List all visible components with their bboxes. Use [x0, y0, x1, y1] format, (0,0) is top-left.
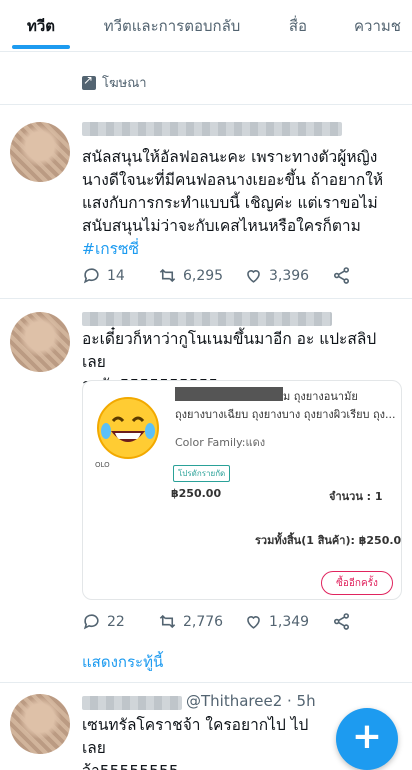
- retweet-button[interactable]: 2,776: [158, 612, 244, 631]
- tab-tweets-and-replies[interactable]: ทวีตและการตอบกลับ: [82, 0, 262, 51]
- tab-label: ทวีตและการตอบกลับ: [103, 16, 241, 35]
- retweet-button[interactable]: 6,295: [158, 266, 244, 285]
- emoji-brand: OLO: [95, 461, 110, 469]
- hashtag-link[interactable]: #เกรซซี่: [82, 236, 139, 261]
- reply-button[interactable]: 14: [82, 266, 158, 285]
- blurred-username: [82, 122, 342, 136]
- product-title: ม ถุงยางอนามัย: [283, 390, 358, 403]
- order-receipt-image[interactable]: OLO ม ถุงยางอนามัย ถุงยางบางเฉียบ ถุงยาง…: [82, 380, 402, 600]
- redacted-bar: [175, 387, 283, 401]
- order-total: รวมทั้งสิ้น(1 สินค้า): ฿250.00: [255, 534, 402, 547]
- tab-label: ความช: [354, 16, 401, 35]
- product-price: ฿250.00: [171, 487, 222, 500]
- product-quantity: จำนวน : 1: [329, 490, 383, 503]
- retweet-icon: [159, 268, 176, 283]
- avatar[interactable]: [10, 694, 70, 754]
- tweet-line: แสงกับการกระทำแบบนี้ เชิญค่ะ แต่เราขอไม่: [82, 194, 378, 212]
- tweet-line: เซนทรัลโคราชจ้า ใครอยากไป ไปเลย: [82, 716, 309, 757]
- product-badge: โปรดักรายกัด: [173, 465, 231, 482]
- tweet-line: นางดีใจนะที่มีคนฟอลนางเยอะขึ้น ถ้าอยากให…: [82, 171, 384, 189]
- reply-icon: [83, 614, 99, 630]
- tab-label: สื่อ: [288, 16, 308, 35]
- avatar[interactable]: [10, 122, 70, 182]
- promoted-icon: [82, 73, 96, 90]
- tab-label: ทวีต: [26, 16, 56, 35]
- tweet-line: สนับสนุนไม่ว่าจะกับเคสไหนหรือใครก็ตาม: [82, 217, 361, 235]
- share-icon: [333, 613, 350, 630]
- promoted-label: โฆษณา: [102, 76, 147, 91]
- promoted-indicator: โฆษณา: [82, 72, 147, 93]
- retweet-icon: [159, 614, 176, 629]
- show-thread-link[interactable]: แสดงกระทู้นี้: [82, 650, 163, 674]
- reply-button[interactable]: 22: [82, 612, 158, 631]
- product-variant: Color Family:แดง: [175, 436, 266, 449]
- tweet-actions: 22 2,776 1,349: [82, 612, 351, 631]
- product-subtitle: ถุงยางบางเฉียบ ถุงยางบาง ถุงยางผิวเรียบ …: [175, 408, 396, 421]
- buy-again-button[interactable]: ซื้ออีกครั้ง: [321, 571, 393, 595]
- active-tab-indicator: [12, 45, 70, 49]
- blurred-username: [82, 696, 182, 710]
- reply-icon: [83, 268, 99, 284]
- share-button[interactable]: [332, 266, 351, 285]
- heart-icon: [247, 270, 260, 283]
- reply-count: 14: [107, 267, 125, 284]
- like-count: 1,349: [269, 613, 310, 630]
- profile-tabs: ทวีต ทวีตและการตอบกลับ สื่อ ความช: [0, 0, 412, 52]
- tweet-line: จ้า55555555: [82, 760, 332, 770]
- tweet-text: เซนทรัลโคราชจ้า ใครอยากไป ไปเลย จ้า55555…: [82, 714, 332, 770]
- share-button[interactable]: [332, 612, 351, 631]
- retweet-count: 6,295: [183, 267, 224, 284]
- avatar[interactable]: [10, 312, 70, 372]
- tab-tweets[interactable]: ทวีต: [0, 0, 82, 51]
- tweet-text: สนัลสนุนให้อัลฟอลนะคะ เพราะทางตัวผู้หญิง…: [82, 146, 397, 238]
- plus-icon: +: [351, 716, 383, 757]
- tweet-line: อะเดี๋ยวก็หาว่ากูโนเนมขึ้นมาอีก อะ แปะสล…: [82, 330, 377, 371]
- tweet-actions: 14 6,295 3,396: [82, 266, 351, 285]
- tweet-line: สนัลสนุนให้อัลฟอลนะคะ เพราะทางตัวผู้หญิง: [82, 148, 378, 166]
- heart-icon: [247, 616, 260, 629]
- blurred-username: [82, 312, 332, 326]
- tab-likes[interactable]: ความช: [334, 0, 412, 51]
- reply-count: 22: [107, 613, 125, 630]
- like-button[interactable]: 3,396: [244, 266, 332, 285]
- laughing-emoji-icon: [97, 397, 159, 459]
- tab-media[interactable]: สื่อ: [262, 0, 334, 51]
- tweet-handle-time: @Thitharee2 · 5h: [186, 692, 316, 710]
- like-count: 3,396: [269, 267, 310, 284]
- retweet-count: 2,776: [183, 613, 224, 630]
- compose-tweet-button[interactable]: +: [336, 708, 398, 770]
- tweet[interactable]: สนัลสนุนให้อัลฟอลนะคะ เพราะทางตัวผู้หญิง…: [0, 104, 412, 300]
- like-button[interactable]: 1,349: [244, 612, 332, 631]
- share-icon: [333, 267, 350, 284]
